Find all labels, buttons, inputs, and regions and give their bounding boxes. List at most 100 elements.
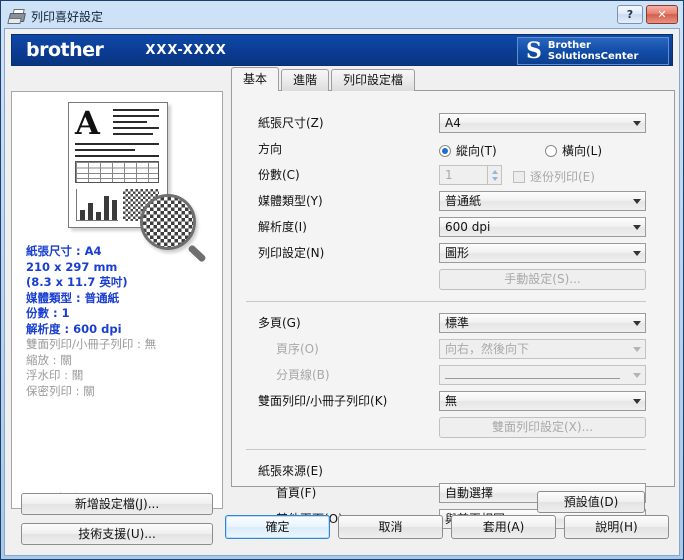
summary-value-8: 關 bbox=[71, 368, 84, 382]
print-settings-combo[interactable]: 圖形 bbox=[439, 243, 646, 263]
title-bar: 列印喜好設定 ? ✕ bbox=[4, 4, 680, 28]
orientation-portrait-radio[interactable]: 縱向(T) bbox=[439, 142, 497, 159]
first-page-value: 自動選擇 bbox=[445, 486, 494, 500]
chevron-down-icon bbox=[633, 251, 641, 256]
preview-bar-chart bbox=[76, 189, 118, 221]
summary-label-5: 解析度 bbox=[26, 321, 61, 336]
summary-value-7: 關 bbox=[60, 352, 72, 367]
tab-print-profiles[interactable]: 列印設定檔 bbox=[331, 69, 416, 91]
manual-settings-button: 手動設定(S)... bbox=[439, 269, 646, 290]
paper-size-label: 紙張尺寸(Z) bbox=[258, 116, 324, 130]
dialog-client-area: brother XXX-XXXX S Brother SolutionsCent… bbox=[4, 28, 680, 556]
media-type-label: 媒體類型(Y) bbox=[258, 194, 323, 208]
summary-value-6: 無 bbox=[144, 337, 157, 351]
paper-size-combo[interactable]: A4 bbox=[439, 113, 646, 133]
collate-label: 逐份列印(E) bbox=[530, 170, 595, 184]
divider bbox=[246, 449, 646, 450]
cancel-button[interactable]: 取消 bbox=[338, 515, 443, 539]
border-line-label: 分頁線(B) bbox=[276, 368, 330, 382]
brother-logo: brother bbox=[26, 39, 104, 61]
paper-source-label: 紙張來源(E) bbox=[258, 464, 323, 478]
orientation-landscape-label: 橫向(L) bbox=[562, 144, 603, 158]
document-preview: A bbox=[12, 92, 222, 263]
media-type-combo[interactable]: 普通紙 bbox=[439, 191, 646, 211]
default-button[interactable]: 預設值(D) bbox=[537, 491, 645, 513]
multipage-value: 標準 bbox=[445, 316, 470, 330]
orientation-landscape-radio[interactable]: 橫向(L) bbox=[545, 142, 602, 159]
collate-checkbox[interactable]: 逐份列印(E) bbox=[513, 168, 595, 185]
settings-panel: 基本 進階 列印設定檔 紙張尺寸(Z) A4 方向 縱向(T) 橫向(L) 份數… bbox=[231, 67, 675, 529]
chevron-down-icon bbox=[633, 321, 641, 326]
tab-bar: 基本 進階 列印設定檔 bbox=[231, 67, 417, 91]
chevron-down-icon bbox=[633, 373, 641, 378]
add-profile-button[interactable]: 新增設定檔(J)... bbox=[21, 493, 213, 515]
preview-table bbox=[75, 161, 159, 183]
chevron-down-icon bbox=[633, 225, 641, 230]
solutions-line2: SolutionsCenter bbox=[547, 51, 639, 62]
help-button[interactable]: 說明(H) bbox=[564, 515, 669, 539]
support-button[interactable]: 技術支援(U)... bbox=[21, 523, 213, 545]
radio-dot-icon bbox=[439, 144, 451, 157]
resolution-value: 600 dpi bbox=[445, 220, 491, 234]
brother-solutions-center-button[interactable]: S Brother SolutionsCenter bbox=[517, 37, 669, 65]
first-page-label: 首頁(F) bbox=[276, 486, 317, 500]
copies-label: 份數(C) bbox=[258, 168, 300, 182]
summary-label-9: 保密列印 bbox=[26, 383, 72, 398]
print-settings-label: 列印設定(N) bbox=[258, 246, 325, 260]
border-line-combo bbox=[439, 365, 646, 385]
summary-label-7: 縮放 bbox=[26, 352, 49, 367]
apply-button[interactable]: 套用(A) bbox=[451, 515, 556, 539]
preview-panel: A 紙張尺寸: A4 210 x 297 mm (8.3 x 11.7 英吋)… bbox=[11, 91, 223, 509]
copies-stepper[interactable] bbox=[487, 165, 502, 185]
summary-label-6: 雙面列印/小冊子列印 bbox=[26, 337, 134, 351]
window-buttons: ? ✕ bbox=[617, 5, 678, 24]
close-icon-button[interactable]: ✕ bbox=[646, 5, 678, 24]
resolution-label: 解析度(I) bbox=[258, 220, 307, 234]
chevron-down-icon bbox=[633, 347, 641, 352]
page-order-combo: 向右，然後向下 bbox=[439, 339, 646, 359]
printer-icon bbox=[7, 9, 26, 24]
settings-summary: 紙張尺寸 : A4 210 x 297 mm (8.3 x 11.7 英吋) 媒… bbox=[26, 244, 157, 398]
brother-banner: brother XXX-XXXX S Brother SolutionsCent… bbox=[11, 34, 673, 66]
orientation-label: 方向 bbox=[258, 142, 283, 156]
solutions-line1: Brother bbox=[547, 40, 591, 51]
paper-size-value: A4 bbox=[445, 116, 461, 130]
printer-model-label: XXX-XXXX bbox=[145, 42, 227, 58]
left-buttons: 新增設定檔(J)... 技術支援(U)... bbox=[11, 493, 223, 553]
multipage-combo[interactable]: 標準 bbox=[439, 313, 646, 333]
print-settings-value: 圖形 bbox=[445, 246, 470, 260]
dialog-buttons: 確定 取消 套用(A) 說明(H) bbox=[225, 515, 669, 541]
magnifier-icon bbox=[140, 194, 207, 263]
border-line-value bbox=[445, 378, 620, 379]
resolution-combo[interactable]: 600 dpi bbox=[439, 217, 646, 237]
summary-value-3: 普通紙 bbox=[84, 290, 120, 305]
help-icon-button[interactable]: ? bbox=[617, 5, 643, 24]
chevron-down-icon bbox=[633, 199, 641, 204]
radio-empty-icon bbox=[545, 144, 557, 157]
window-title: 列印喜好設定 bbox=[31, 9, 104, 24]
summary-label-4: 份數 bbox=[26, 306, 49, 320]
chevron-down-icon bbox=[633, 121, 641, 126]
summary-value-2: (8.3 x 11.7 英吋) bbox=[26, 275, 128, 289]
summary-value-5: 600 dpi bbox=[73, 321, 122, 336]
solutions-s-icon: S bbox=[526, 38, 542, 64]
summary-value-9: 關 bbox=[83, 383, 95, 398]
summary-label-0: 紙張尺寸 bbox=[26, 244, 72, 258]
multipage-label: 多頁(G) bbox=[258, 316, 301, 330]
basic-tab-panel: 紙張尺寸(Z) A4 方向 縱向(T) 橫向(L) 份數(C) 1 逐份列印(E… bbox=[231, 90, 675, 529]
summary-value-4: 1 bbox=[61, 306, 70, 320]
tab-basic[interactable]: 基本 bbox=[231, 67, 280, 91]
page-order-label: 頁序(O) bbox=[276, 342, 319, 356]
checkbox-box-icon bbox=[513, 170, 525, 183]
summary-value-0: A4 bbox=[84, 244, 102, 258]
media-type-value: 普通紙 bbox=[445, 194, 482, 208]
summary-label-3: 媒體類型 bbox=[26, 290, 72, 305]
print-preferences-window: 列印喜好設定 ? ✕ brother XXX-XXXX S Brother So… bbox=[0, 0, 684, 560]
ok-button[interactable]: 確定 bbox=[225, 515, 330, 539]
summary-value-1: 210 x 297 mm bbox=[26, 259, 118, 274]
orientation-portrait-label: 縱向(T) bbox=[456, 144, 497, 158]
preview-letter-a: A bbox=[75, 104, 100, 142]
tab-advanced[interactable]: 進階 bbox=[281, 69, 330, 91]
divider bbox=[246, 301, 646, 302]
page-order-value: 向右，然後向下 bbox=[445, 342, 530, 356]
